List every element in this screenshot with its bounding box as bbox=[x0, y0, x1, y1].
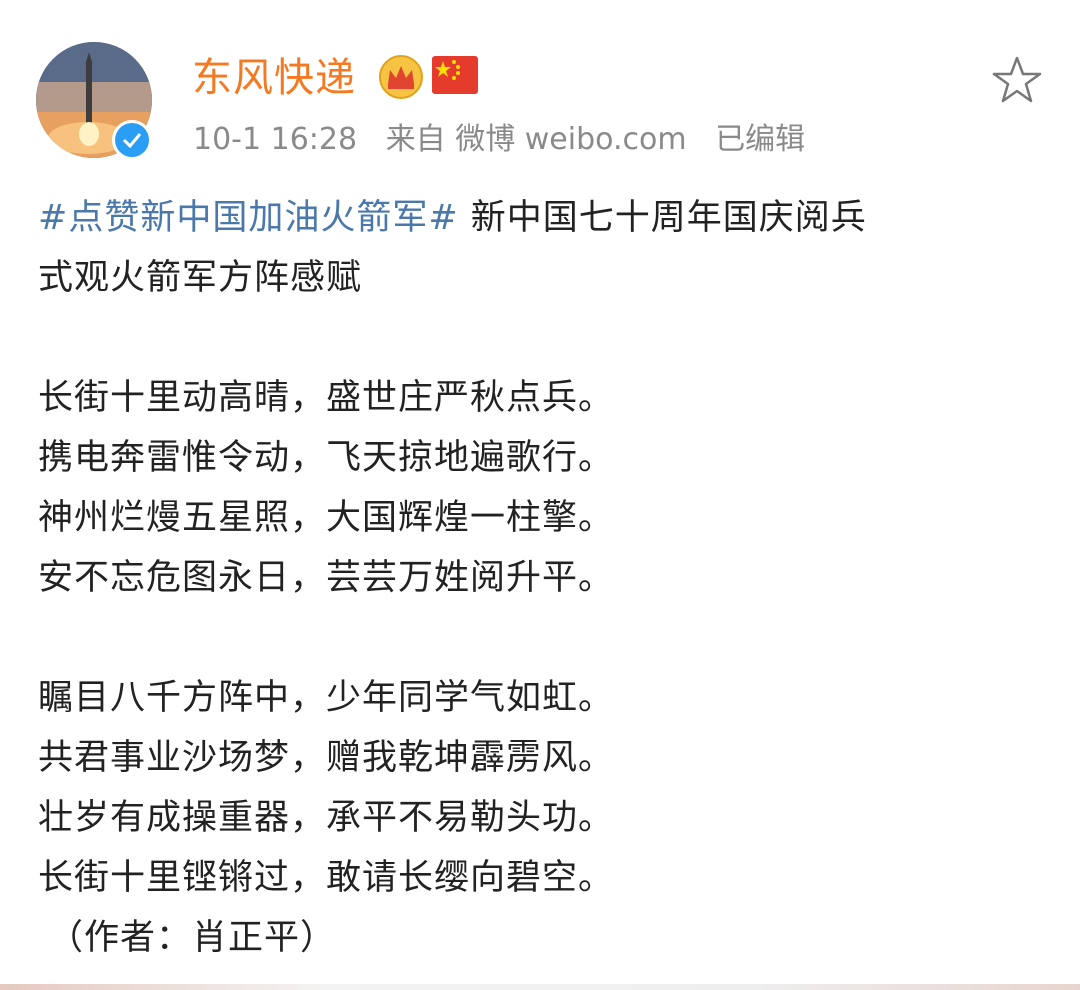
poem-line: 共君事业沙场梦，赠我乾坤霹雳风。 bbox=[38, 738, 615, 778]
poem-line: 壮岁有成操重器，承平不易勒头功。 bbox=[38, 798, 615, 838]
verified-icon bbox=[112, 120, 152, 160]
divider bbox=[0, 984, 1080, 990]
poem-line: 长街十里动高晴，盛世庄严秋点兵。 bbox=[38, 378, 615, 418]
source-prefix: 来自 bbox=[385, 122, 446, 157]
edited-label[interactable]: 已编辑 bbox=[715, 122, 805, 157]
poem-line: 长街十里铿锵过，敢请长缨向碧空。 bbox=[38, 858, 615, 898]
author-signature: （作者：肖正平） bbox=[48, 918, 337, 958]
china-flag-icon bbox=[432, 56, 478, 94]
title-text-1: 新中国七十周年国庆阅兵 bbox=[458, 198, 867, 238]
hashtag-link[interactable]: #点赞新中国加油火箭军# bbox=[38, 198, 459, 238]
poem-line: 神州烂熳五星照，大国辉煌一柱擎。 bbox=[38, 498, 615, 538]
poem-line: 携电奔雷惟令动，飞天掠地遍歌行。 bbox=[38, 438, 615, 478]
title-line-2: 式观火箭军方阵感赋 bbox=[38, 258, 363, 298]
post-content: #点赞新中国加油火箭军# 新中国七十周年国庆阅兵 式观火箭军方阵感赋 长街十里动… bbox=[38, 188, 1048, 968]
favorite-star-icon[interactable] bbox=[990, 54, 1044, 108]
vip-crown-icon bbox=[379, 55, 423, 99]
post-source[interactable]: 微博 weibo.com bbox=[455, 122, 686, 157]
post-time: 10-1 16:28 bbox=[193, 122, 358, 157]
post-meta: 10-1 16:28 来自 微博 weibo.com 已编辑 bbox=[193, 118, 805, 162]
poem-line: 瞩目八千方阵中，少年同学气如虹。 bbox=[38, 678, 615, 718]
poem-line: 安不忘危图永日，芸芸万姓阅升平。 bbox=[38, 558, 615, 598]
title-line-1: #点赞新中国加油火箭军# 新中国七十周年国庆阅兵 bbox=[38, 188, 1048, 248]
author-name[interactable]: 东风快递 bbox=[192, 50, 356, 106]
